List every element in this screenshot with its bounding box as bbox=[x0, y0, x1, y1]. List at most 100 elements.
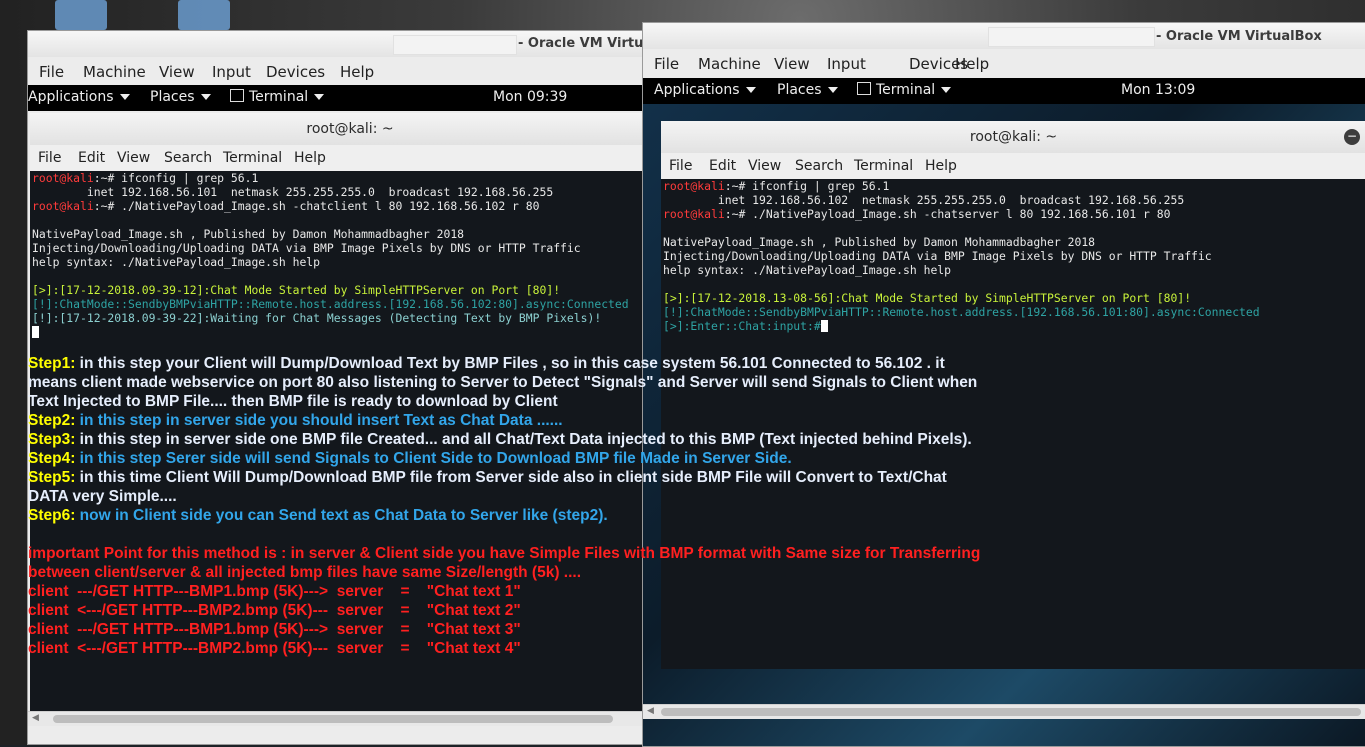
command-text: :~# ./NativePayload_Image.sh -chatclient… bbox=[93, 199, 540, 213]
desktop-folder-icon[interactable] bbox=[178, 0, 230, 30]
step-label: Step2: bbox=[28, 412, 76, 429]
applications-label: Applications bbox=[28, 89, 114, 105]
chevron-down-icon bbox=[745, 87, 756, 93]
status-line: [!]:ChatMode::SendbyBMPviaHTTP::Remote.h… bbox=[663, 305, 1260, 319]
scroll-left-icon[interactable]: ◀ bbox=[32, 713, 39, 723]
step-text: in this step Serer side will send Signal… bbox=[75, 450, 792, 467]
right-horizontal-scrollbar[interactable]: ◀ bbox=[643, 704, 1365, 719]
important-annotation: important Point for this method is : in … bbox=[28, 544, 980, 658]
right-term-menu-file[interactable]: File bbox=[669, 158, 692, 174]
right-vm-titlebar[interactable]: - Oracle VM VirtualBox bbox=[643, 23, 1365, 49]
places-label: Places bbox=[150, 89, 195, 105]
step-label: Step3: bbox=[28, 431, 76, 448]
left-terminal-titlebar[interactable]: root@kali: ~ bbox=[30, 113, 668, 146]
step-text: in this step in server side you should i… bbox=[75, 412, 563, 429]
step-text: in this step your Client will Dump/Downl… bbox=[28, 355, 978, 410]
left-vm-menubar: File Machine View Input Devices Help bbox=[28, 57, 668, 87]
left-vm-menu-help[interactable]: Help bbox=[340, 63, 374, 81]
left-terminal-menu[interactable]: Terminal bbox=[230, 89, 325, 105]
chevron-down-icon bbox=[200, 94, 211, 100]
right-vm-menu-view[interactable]: View bbox=[774, 55, 810, 73]
desktop-folder-icon[interactable] bbox=[55, 0, 107, 30]
left-term-menu-terminal[interactable]: Terminal bbox=[223, 150, 282, 166]
terminal-icon bbox=[230, 89, 244, 102]
status-line: [!]:[17-12-2018.09-39-22]:Waiting for Ch… bbox=[32, 311, 602, 325]
left-terminal-menubar: File Edit View Search Terminal Help bbox=[30, 145, 668, 172]
left-vm-menu-input[interactable]: Input bbox=[212, 63, 251, 81]
right-vm-menu-machine[interactable]: Machine bbox=[698, 55, 761, 73]
terminal-label: Terminal bbox=[876, 82, 936, 98]
right-terminal-menu[interactable]: Terminal bbox=[857, 82, 952, 98]
right-clock[interactable]: Mon 13:09 bbox=[1121, 82, 1195, 98]
step-text: now in Client side you can Send text as … bbox=[75, 507, 608, 524]
left-vm-menu-file[interactable]: File bbox=[39, 63, 64, 81]
left-vm-titlebar[interactable]: - Oracle VM Virtu bbox=[28, 31, 668, 57]
output-line: Injecting/Downloading/Uploading DATA via… bbox=[32, 241, 581, 255]
text-cursor bbox=[32, 326, 39, 338]
right-vm-menubar: File Machine View Input Devices Help bbox=[643, 49, 1365, 79]
transfer-line: client ---/GET HTTP---BMP1.bmp (5K)---> … bbox=[28, 621, 521, 638]
command-text: :~# ifconfig | grep 56.1 bbox=[93, 171, 259, 185]
right-term-menu-view[interactable]: View bbox=[748, 158, 781, 174]
output-line: help syntax: ./NativePayload_Image.sh he… bbox=[663, 263, 952, 277]
right-term-menu-edit[interactable]: Edit bbox=[709, 158, 736, 174]
right-places-menu[interactable]: Places bbox=[777, 82, 838, 98]
scrollbar-thumb[interactable] bbox=[53, 715, 613, 723]
status-line: [>]:[17-12-2018.09-39-12]:Chat Mode Star… bbox=[32, 283, 561, 297]
left-term-menu-edit[interactable]: Edit bbox=[78, 150, 105, 166]
left-term-menu-view[interactable]: View bbox=[117, 150, 150, 166]
left-applications-menu[interactable]: Applications bbox=[28, 89, 130, 105]
left-gnome-panel: Applications Places Terminal Mon 09:39 bbox=[28, 85, 668, 111]
applications-label: Applications bbox=[654, 82, 740, 98]
right-applications-menu[interactable]: Applications bbox=[654, 82, 756, 98]
left-terminal-title: root@kali: ~ bbox=[306, 121, 394, 137]
right-vm-title: - Oracle VM VirtualBox bbox=[1156, 29, 1322, 44]
left-vm-menu-devices[interactable]: Devices bbox=[266, 63, 325, 81]
right-term-menu-help[interactable]: Help bbox=[925, 158, 957, 174]
left-term-menu-help[interactable]: Help bbox=[294, 150, 326, 166]
chevron-down-icon bbox=[941, 87, 952, 93]
left-vm-menu-machine[interactable]: Machine bbox=[83, 63, 146, 81]
prompt-user: root@kali bbox=[663, 207, 725, 221]
chevron-down-icon bbox=[314, 94, 325, 100]
scrollbar-thumb[interactable] bbox=[661, 708, 1361, 716]
scroll-left-icon[interactable]: ◀ bbox=[647, 706, 654, 716]
output-line: Injecting/Downloading/Uploading DATA via… bbox=[663, 249, 1212, 263]
redacted-title bbox=[988, 27, 1155, 47]
step-label: Step6: bbox=[28, 507, 76, 524]
left-clock[interactable]: Mon 09:39 bbox=[493, 89, 567, 105]
steps-annotation: Step1: in this step your Client will Dum… bbox=[28, 354, 977, 525]
right-terminal-output: root@kali:~# ifconfig | grep 56.1 inet 1… bbox=[663, 179, 1260, 333]
close-icon[interactable]: − bbox=[1344, 129, 1360, 145]
right-term-menu-search[interactable]: Search bbox=[795, 158, 843, 174]
prompt-user: root@kali bbox=[32, 171, 94, 185]
command-text: :~# ./NativePayload_Image.sh -chatserver… bbox=[724, 207, 1171, 221]
transfer-line: client <---/GET HTTP---BMP2.bmp (5K)--- … bbox=[28, 640, 521, 657]
places-label: Places bbox=[777, 82, 822, 98]
command-text: :~# ifconfig | grep 56.1 bbox=[724, 179, 890, 193]
right-vm-menu-input[interactable]: Input bbox=[827, 55, 866, 73]
prompt-user: root@kali bbox=[32, 199, 94, 213]
right-vm-menu-help[interactable]: Help bbox=[955, 55, 989, 73]
right-terminal-menubar: File Edit View Search Terminal Help bbox=[661, 153, 1365, 180]
important-line: important Point for this method is : in … bbox=[28, 545, 981, 562]
right-terminal-titlebar[interactable]: root@kali: ~ − bbox=[661, 121, 1365, 154]
step-label: Step1: bbox=[28, 355, 76, 372]
output-line: inet 192.168.56.101 netmask 255.255.255.… bbox=[32, 185, 554, 199]
left-vm-menu-view[interactable]: View bbox=[159, 63, 195, 81]
left-terminal-output: root@kali:~# ifconfig | grep 56.1 inet 1… bbox=[32, 171, 629, 339]
step-text: in this step in server side one BMP file… bbox=[75, 431, 972, 448]
prompt-user: root@kali bbox=[663, 179, 725, 193]
output-line: NativePayload_Image.sh , Published by Da… bbox=[663, 235, 1096, 249]
terminal-icon bbox=[857, 82, 871, 95]
left-places-menu[interactable]: Places bbox=[150, 89, 211, 105]
left-term-menu-file[interactable]: File bbox=[38, 150, 61, 166]
chevron-down-icon bbox=[827, 87, 838, 93]
right-term-menu-terminal[interactable]: Terminal bbox=[854, 158, 913, 174]
right-vm-menu-file[interactable]: File bbox=[654, 55, 679, 73]
left-horizontal-scrollbar[interactable]: ◀ bbox=[28, 711, 668, 726]
step-label: Step5: bbox=[28, 469, 76, 486]
step-label: Step4: bbox=[28, 450, 76, 467]
chevron-down-icon bbox=[119, 94, 130, 100]
left-term-menu-search[interactable]: Search bbox=[164, 150, 212, 166]
